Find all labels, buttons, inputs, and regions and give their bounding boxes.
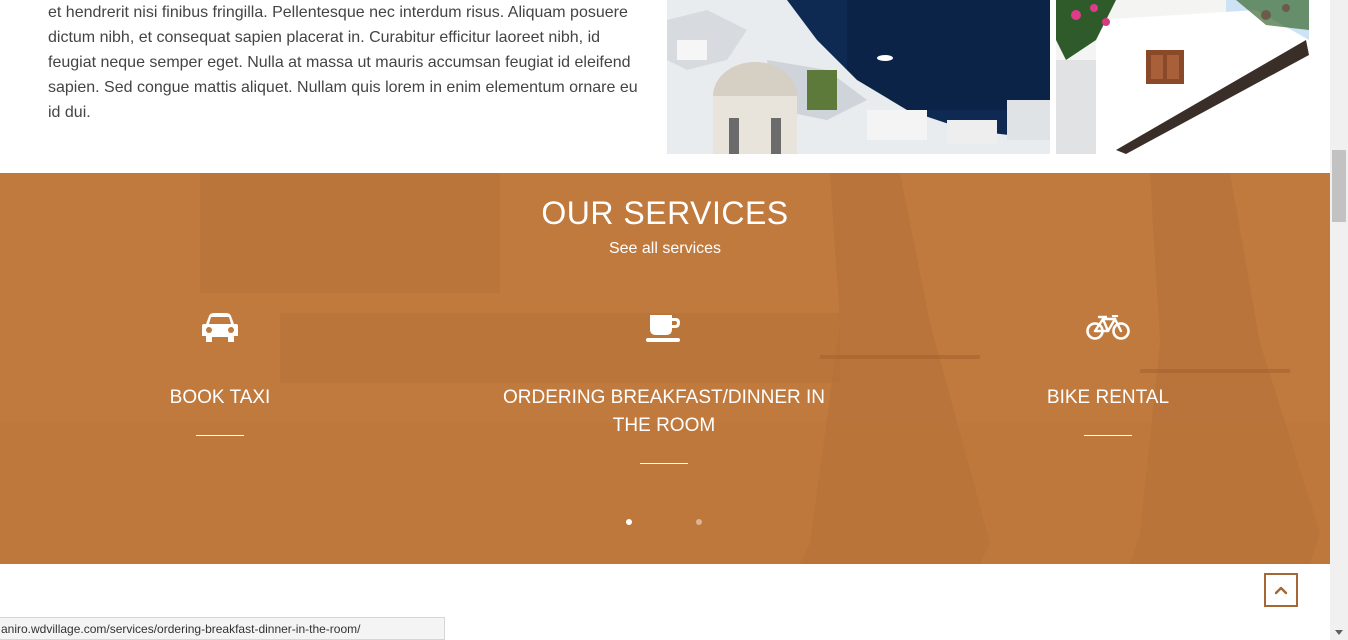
service-title: BIKE RENTAL xyxy=(1046,387,1170,408)
bougainvillea-stairs-photo xyxy=(1056,0,1309,154)
service-card-ordering-breakfast[interactable]: ORDERING BREAKFAST/DINNER IN THE ROOM xyxy=(454,311,874,464)
carousel-dots xyxy=(0,519,1330,527)
service-card-bike-rental[interactable]: BIKE RENTAL xyxy=(898,311,1318,436)
service-divider xyxy=(196,435,244,436)
carousel-dot[interactable] xyxy=(696,519,702,525)
service-divider xyxy=(640,463,688,464)
vertical-scrollbar[interactable] xyxy=(1330,0,1348,640)
services-title: OUR SERVICES xyxy=(541,195,789,231)
scrollbar-thumb[interactable] xyxy=(1332,150,1346,222)
carousel-dot-active[interactable] xyxy=(626,519,632,525)
service-divider xyxy=(1084,435,1132,436)
see-all-services-link[interactable]: See all services xyxy=(0,240,1330,258)
santorini-harbor-photo xyxy=(667,0,1050,154)
car-icon xyxy=(10,311,430,345)
service-card-book-taxi[interactable]: BOOK TAXI xyxy=(10,311,430,436)
service-title: ORDERING BREAKFAST/DINNER IN THE ROOM xyxy=(503,387,825,436)
status-bar-url: aniro.wdvillage.com/services/ordering-br… xyxy=(0,617,445,640)
services-section: OUR SERVICES See all services BOOK TAXI xyxy=(0,173,1330,564)
scroll-down-arrow-icon[interactable] xyxy=(1334,627,1344,637)
page: et hendrerit nisi finibus fringilla. Pel… xyxy=(0,0,1330,640)
bicycle-icon xyxy=(898,311,1318,345)
chevron-up-icon xyxy=(1274,586,1288,595)
coffee-cup-icon xyxy=(454,311,874,345)
service-title: BOOK TAXI xyxy=(169,387,271,408)
intro-paragraph: et hendrerit nisi finibus fringilla. Pel… xyxy=(48,4,638,121)
back-to-top-button[interactable] xyxy=(1264,573,1298,607)
